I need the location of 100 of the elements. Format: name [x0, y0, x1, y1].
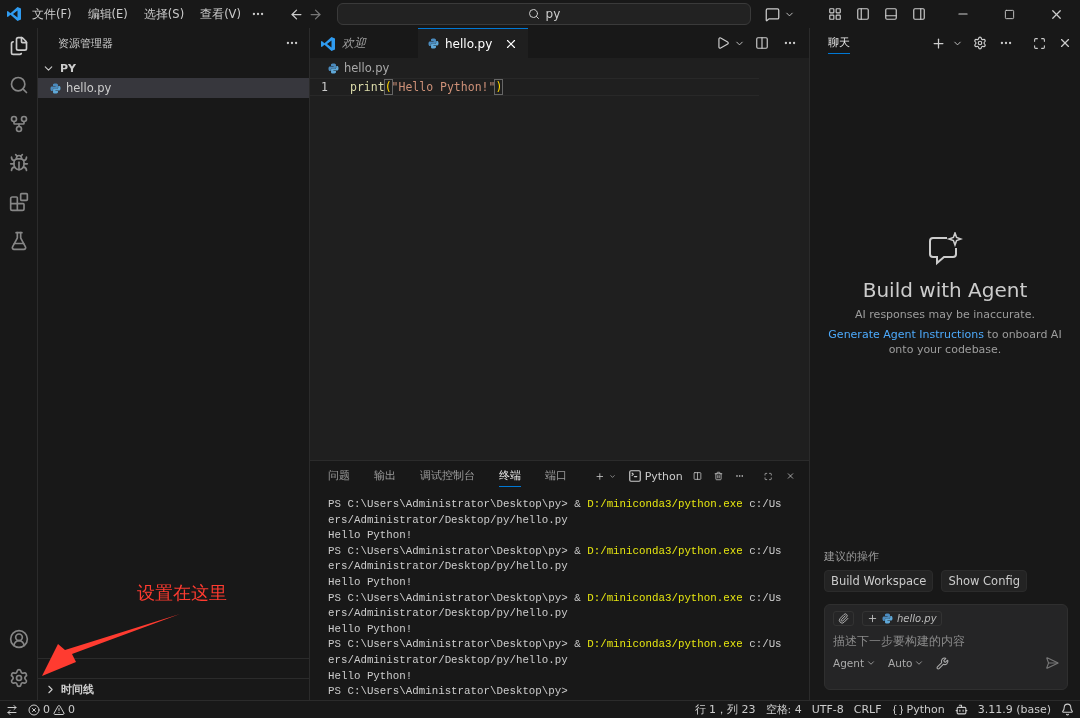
menu-item[interactable]: 编辑(E) [81, 4, 134, 24]
error-icon [28, 703, 40, 716]
file-item[interactable]: hello.py [38, 78, 309, 98]
search-icon [527, 8, 540, 20]
add-icon[interactable] [931, 35, 946, 51]
menu-item[interactable]: 选择(S) [137, 4, 191, 24]
python-file-icon [50, 82, 61, 94]
interpreter[interactable]: 3.11.9 (base) [977, 703, 1051, 716]
bug-icon[interactable] [8, 153, 29, 173]
line-ending[interactable]: CRLF [853, 703, 882, 716]
annotation-text: 设置在这里 [137, 581, 227, 605]
settings-icon[interactable] [973, 36, 987, 50]
terminal-line: PS C:\Users\Administrator\Desktop\py> & D:/miniconda3/python.exe c:/Us [328, 637, 783, 653]
model-dropdown[interactable]: Auto [888, 657, 925, 669]
back-arrow-icon[interactable] [288, 6, 304, 22]
chat-input-field[interactable]: 描述下一步要构建的内容 [833, 634, 1059, 648]
terminal-line: Hello Python! [328, 574, 414, 590]
files-icon[interactable] [8, 36, 29, 56]
menu-item[interactable]: 查看(V) [194, 4, 247, 24]
language-mode[interactable]: Python [891, 703, 945, 716]
section-header[interactable]: 时间线 [38, 678, 309, 700]
search-icon[interactable] [8, 75, 29, 95]
terminal-line: Hello Python! [328, 528, 414, 544]
maximize-icon[interactable] [1033, 36, 1046, 50]
warning-icon [53, 703, 65, 716]
tab-label: 欢迎 [342, 35, 368, 52]
problems-indicator[interactable]: 0 0 [28, 703, 75, 716]
mode-dropdown[interactable]: Agent [833, 657, 877, 669]
panel-tab[interactable]: 输出 [374, 465, 396, 487]
terminal-line: ers/Administrator/Desktop/py/hello.py [328, 606, 569, 622]
panel-bottom-icon[interactable] [884, 7, 898, 21]
caret-icon [914, 658, 925, 668]
terminal-line: Hello Python! [328, 621, 414, 637]
panel-right-icon[interactable] [912, 7, 926, 21]
code-line: print("Hello Python!") [350, 80, 503, 94]
split-terminal-icon[interactable] [692, 469, 702, 483]
caret-icon [866, 658, 877, 668]
split-editor-icon[interactable] [755, 36, 769, 50]
terminal-line: ers/Administrator/Desktop/py/hello.py [328, 559, 569, 575]
disclaimer-text: AI responses may be inaccurate. [855, 307, 1035, 321]
tab-label: hello.py [445, 36, 494, 51]
braces-icon [891, 703, 904, 716]
vscode-logo-icon [6, 6, 22, 22]
chat-tab[interactable]: 聊天 [828, 32, 850, 54]
editor-tab[interactable]: hello.py [418, 28, 528, 58]
onboarding-text: Generate Agent Instructions to onboard AI onto your codebase. [827, 326, 1063, 357]
python-file-icon [882, 613, 893, 624]
terminal-line: PS C:\Users\Administrator\Desktop\py> [328, 684, 569, 700]
context-chip[interactable]: hello.py [862, 611, 942, 626]
encoding[interactable]: UTF-8 [811, 703, 844, 716]
trash-icon[interactable] [713, 469, 723, 483]
menu-item[interactable]: 文件(F) [26, 4, 78, 24]
copilot-icon[interactable] [954, 703, 968, 716]
panel-tab[interactable]: 端口 [545, 465, 567, 487]
panel-tab[interactable]: 问题 [328, 465, 350, 487]
chat-sparkle-icon [927, 231, 963, 266]
maximize-icon[interactable] [1004, 8, 1015, 20]
plus-icon [867, 613, 878, 624]
instructions-link[interactable]: Generate Agent Instructions [828, 327, 984, 341]
python-file-icon [328, 62, 339, 74]
terminal-selector[interactable]: Python [627, 469, 683, 483]
forward-arrow-icon[interactable] [307, 6, 323, 22]
settings-icon[interactable] [8, 668, 29, 688]
close-icon[interactable] [1058, 36, 1072, 50]
panel-tab[interactable]: 调试控制台 [420, 465, 475, 487]
panel-left-icon[interactable] [856, 7, 870, 21]
folder-row[interactable]: PY [38, 58, 309, 78]
terminal-line: PS C:\Users\Administrator\Desktop\py> & D:/miniconda3/python.exe c:/Us [328, 497, 783, 512]
terminal-line: PS C:\Users\Administrator\Desktop\py> & D:/miniconda3/python.exe c:/Us [328, 590, 783, 606]
branch-icon[interactable] [8, 114, 29, 134]
terminal-line: ers/Administrator/Desktop/py/hello.py [328, 512, 569, 528]
account-icon[interactable] [8, 629, 29, 649]
remote-icon[interactable] [6, 703, 18, 716]
sidebar-title: 资源管理器 [58, 35, 113, 51]
terminal-icon [627, 469, 642, 483]
terminal-line: Hello Python! [328, 668, 414, 684]
run-icon[interactable] [716, 36, 730, 50]
terminal-line: ers/Administrator/Desktop/py/hello.py [328, 652, 569, 668]
suggestion-button[interactable]: Show Config [941, 570, 1027, 592]
panel-tab[interactable]: 终端 [499, 465, 521, 487]
attach-button[interactable] [833, 611, 854, 626]
chat-icon[interactable] [764, 6, 780, 22]
tools-icon[interactable] [936, 656, 950, 670]
notifications-icon[interactable] [1061, 703, 1074, 716]
suggestion-button[interactable]: Build Workspace [824, 570, 934, 592]
terminal-line: PS C:\Users\Administrator\Desktop\py> & D:/miniconda3/python.exe c:/Us [328, 543, 783, 559]
chat-title: Build with Agent [862, 277, 1028, 302]
python-file-icon [428, 38, 439, 49]
breadcrumb[interactable]: hello.py [344, 61, 390, 75]
section-title: 时间线 [61, 682, 94, 697]
indentation[interactable]: 空格: 4 [765, 702, 802, 717]
line-number: 1 [320, 80, 329, 94]
suggestions-title: 建议的操作 [824, 550, 880, 564]
vscode-logo-icon [320, 35, 336, 52]
send-icon[interactable] [1045, 656, 1059, 670]
layout-icon[interactable] [828, 7, 842, 21]
blocks-icon[interactable] [8, 192, 29, 212]
paperclip-icon [838, 613, 849, 624]
cursor-position[interactable]: 行 1，列 23 [694, 702, 756, 717]
search-field[interactable]: py [336, 3, 751, 25]
